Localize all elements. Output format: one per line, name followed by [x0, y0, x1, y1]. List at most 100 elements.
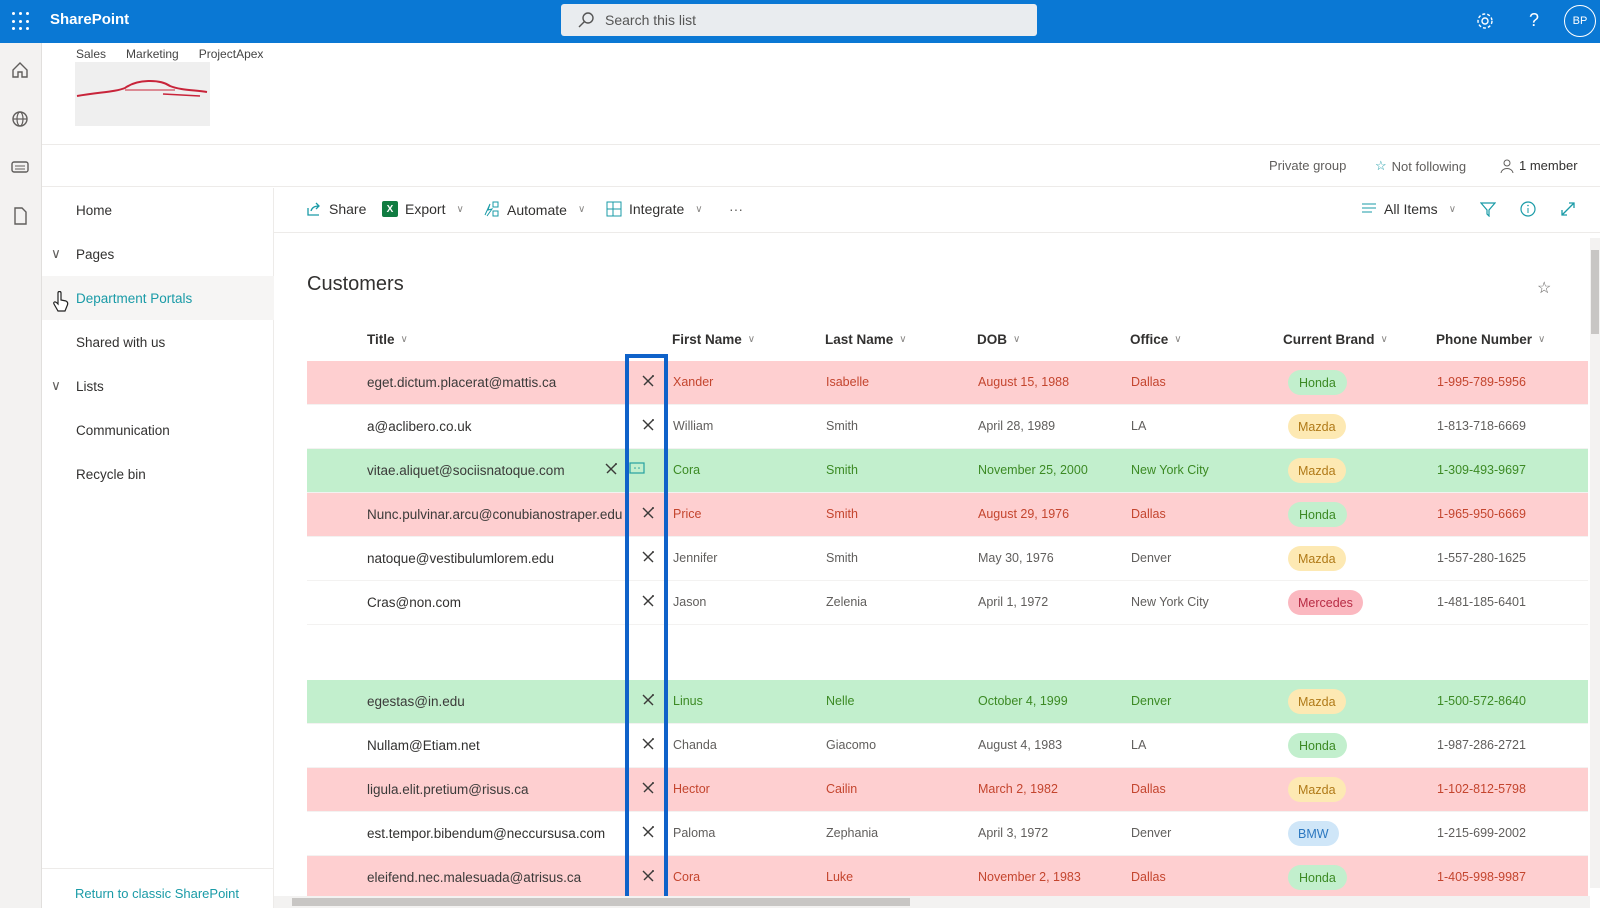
table-row[interactable]: Nunc.pulvinar.arcu@conubianostraper.edu P…	[307, 493, 1588, 537]
title-cell[interactable]: ligula.elit.pretium@risus.ca	[367, 782, 529, 797]
quick-edit-icon[interactable]	[641, 506, 655, 523]
table-row[interactable]: Nullam@Etiam.net Chanda Giacomo August 4, 1…	[307, 724, 1588, 768]
scrollbar-thumb[interactable]	[292, 898, 910, 906]
first-name-cell: Linus	[673, 694, 703, 708]
more-options-button[interactable]: ···	[729, 201, 743, 217]
column-header-title[interactable]: Title ∨	[367, 332, 408, 347]
title-cell[interactable]: egestas@in.edu	[367, 694, 465, 709]
nav-item-lists[interactable]: ∨ Lists	[42, 364, 274, 408]
command-bar: Share X Export ∨ Automate ∨ Integrate ∨ …	[274, 188, 1600, 233]
brand-badge: Honda	[1288, 865, 1347, 890]
table-row[interactable]: egestas@in.edu Linus Nelle October 4, 1999 D…	[307, 680, 1588, 724]
column-label: Title	[367, 332, 395, 347]
site-logo[interactable]	[75, 62, 210, 126]
title-cell[interactable]: natoque@vestibulumlorem.edu	[367, 551, 554, 566]
table-row[interactable]: eget.dictum.placerat@mattis.ca Xander Isab…	[307, 361, 1588, 405]
chevron-down-icon[interactable]: ∨	[51, 246, 61, 262]
office-cell: Denver	[1131, 826, 1172, 840]
title-cell[interactable]: Cras@non.com	[367, 595, 461, 610]
avatar[interactable]: BP	[1564, 5, 1596, 37]
nav-item-pages[interactable]: ∨ Pages	[42, 232, 274, 276]
title-cell[interactable]: Nullam@Etiam.net	[367, 738, 480, 753]
expand-icon[interactable]	[1560, 201, 1576, 217]
scrollbar-thumb[interactable]	[1591, 250, 1599, 334]
dob-cell: November 2, 1983	[978, 870, 1081, 884]
table-row[interactable]: Cras@non.com Jason Zelenia April 1, 1972 New…	[307, 581, 1588, 625]
dob-cell: October 4, 1999	[978, 694, 1068, 708]
column-header-current-brand[interactable]: Current Brand ∨	[1283, 332, 1388, 347]
nav-item-department-portals[interactable]: Department Portals	[42, 276, 274, 320]
hub-link-projectapex[interactable]: ProjectApex	[199, 47, 264, 61]
nav-item-shared-with-us[interactable]: Shared with us	[42, 320, 274, 364]
return-to-classic-link[interactable]: Return to classic SharePoint	[42, 868, 274, 908]
automate-button[interactable]: Automate ∨	[483, 201, 585, 218]
nav-label: Department Portals	[76, 290, 193, 306]
chevron-down-icon[interactable]: ∨	[51, 378, 61, 394]
news-icon[interactable]	[9, 156, 31, 178]
table-row[interactable]: ligula.elit.pretium@risus.ca Hector Cailin…	[307, 768, 1588, 812]
table-row[interactable]: natoque@vestibulumlorem.edu Jennifer Smith…	[307, 537, 1588, 581]
office-cell: Dallas	[1131, 870, 1166, 884]
nav-item-home[interactable]: Home	[42, 188, 274, 232]
quick-edit-icon[interactable]	[641, 418, 655, 435]
brand-badge: BMW	[1288, 821, 1339, 846]
info-icon[interactable]	[1520, 201, 1536, 217]
quick-edit-icon[interactable]	[604, 462, 618, 479]
home-icon[interactable]	[9, 59, 31, 81]
brand-badge: Honda	[1288, 733, 1347, 758]
quick-edit-icon[interactable]	[641, 737, 655, 754]
document-icon[interactable]	[9, 205, 31, 227]
integrate-button[interactable]: Integrate ∨	[606, 201, 703, 217]
title-cell[interactable]: est.tempor.bibendum@neccursusa.com	[367, 826, 605, 841]
members-button[interactable]: 1 member	[1500, 158, 1578, 173]
vertical-scrollbar[interactable]	[1590, 238, 1600, 888]
column-header-phone-number[interactable]: Phone Number ∨	[1436, 332, 1545, 347]
quick-edit-icon[interactable]	[641, 869, 655, 886]
table-row[interactable]: eleifend.nec.malesuada@atrisus.ca Cora Luk…	[307, 856, 1588, 900]
title-cell[interactable]: a@aclibero.co.uk	[367, 419, 472, 434]
last-name-cell: Isabelle	[826, 375, 870, 389]
waffle-icon[interactable]	[8, 9, 34, 35]
search-icon	[578, 12, 594, 28]
search-input[interactable]: Search this list	[561, 4, 1037, 36]
comment-icon[interactable]	[629, 462, 645, 479]
quick-edit-icon[interactable]	[641, 693, 655, 710]
column-header-office[interactable]: Office ∨	[1130, 332, 1182, 347]
horizontal-scrollbar[interactable]	[274, 896, 1590, 908]
follow-button[interactable]: ☆ Not following	[1375, 158, 1466, 174]
view-selector[interactable]: All Items ∨	[1361, 201, 1456, 217]
hub-link-sales[interactable]: Sales	[76, 47, 106, 61]
export-button[interactable]: X Export ∨	[382, 201, 464, 217]
column-header-dob[interactable]: DOB ∨	[977, 332, 1020, 347]
title-cell[interactable]: Nunc.pulvinar.arcu@conubianostraper.edu	[367, 507, 622, 522]
table-row[interactable]: est.tempor.bibendum@neccursusa.com Paloma…	[307, 812, 1588, 856]
table-row[interactable]: vitae.aliquet@sociisnatoque.com Cora Smith…	[307, 449, 1588, 493]
title-cell[interactable]: vitae.aliquet@sociisnatoque.com	[367, 463, 565, 478]
nav-item-communication[interactable]: Communication	[42, 408, 274, 452]
app-name[interactable]: SharePoint	[50, 11, 129, 28]
settings-icon[interactable]	[1474, 10, 1496, 32]
nav-label: Communication	[76, 422, 170, 438]
column-header-last-name[interactable]: Last Name ∨	[825, 332, 907, 347]
list-view-icon	[1362, 203, 1376, 213]
table-row[interactable]: a@aclibero.co.uk William Smith April 28, 19…	[307, 405, 1588, 449]
globe-icon[interactable]	[9, 108, 31, 130]
share-button[interactable]: Share	[306, 201, 366, 217]
quick-edit-icon[interactable]	[641, 781, 655, 798]
column-header-first-name[interactable]: First Name ∨	[672, 332, 755, 347]
filter-icon[interactable]	[1480, 201, 1496, 217]
quick-edit-icon[interactable]	[641, 594, 655, 611]
title-cell[interactable]: eget.dictum.placerat@mattis.ca	[367, 375, 556, 390]
hub-link-marketing[interactable]: Marketing	[126, 47, 179, 61]
chevron-down-icon: ∨	[695, 203, 703, 215]
phone-cell: 1-481-185-6401	[1437, 595, 1526, 609]
favorite-star-icon[interactable]: ☆	[1537, 278, 1551, 298]
automate-icon	[484, 201, 499, 217]
help-icon[interactable]: ?	[1523, 10, 1545, 32]
last-name-cell: Smith	[826, 551, 858, 565]
quick-edit-icon[interactable]	[641, 374, 655, 391]
title-cell[interactable]: eleifend.nec.malesuada@atrisus.ca	[367, 870, 581, 885]
quick-edit-icon[interactable]	[641, 550, 655, 567]
nav-item-recycle-bin[interactable]: Recycle bin	[42, 452, 274, 496]
quick-edit-icon[interactable]	[641, 825, 655, 842]
